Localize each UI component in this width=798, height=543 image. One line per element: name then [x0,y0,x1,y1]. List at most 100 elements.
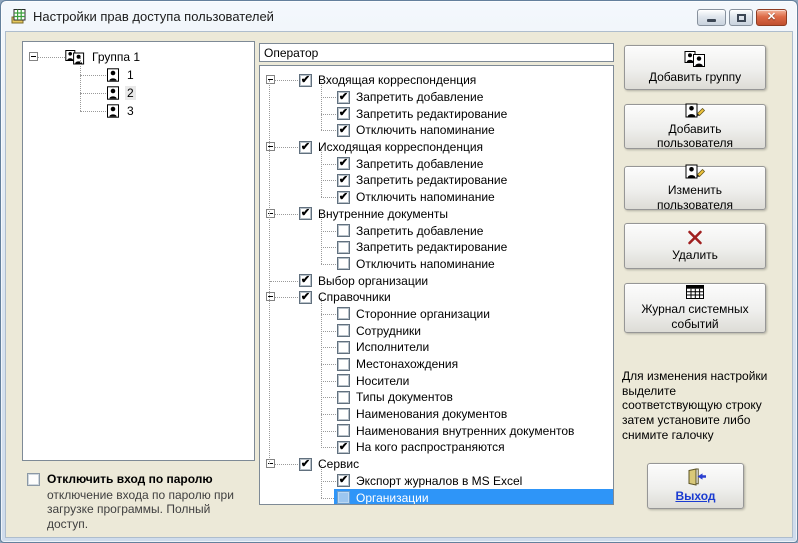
permission-checkbox[interactable]: ✔ [337,190,350,204]
close-icon: ✕ [766,11,777,23]
permission-label: Носители [356,373,410,388]
user-label: 1 [127,68,134,82]
permission-checkbox[interactable] [337,257,350,271]
group-icon [65,49,85,65]
table-grid-icon [686,285,704,300]
groups-tree-panel[interactable]: Группа 1 1 2 3 [22,41,255,461]
permission-checkbox[interactable]: ✔ [299,73,312,87]
operator-name-input[interactable] [259,43,614,62]
permission-row[interactable]: ✔ Экспорт журналов в MS Excel [260,473,613,490]
permission-checkbox[interactable]: ✔ [299,274,312,288]
tree-collapse-toggle[interactable] [266,459,275,469]
minimize-button[interactable] [697,9,726,26]
permission-checkbox[interactable]: ✔ [337,90,350,104]
permission-label: Сотрудники [356,323,421,338]
permission-row[interactable]: Исполнители [260,339,613,356]
permission-row[interactable]: Запретить редактирование [260,239,613,256]
permission-row[interactable]: Местонахождения [260,356,613,373]
add-user-button[interactable]: Добавить пользователя [624,103,766,150]
disable-password-checkbox[interactable] [27,472,40,486]
permission-row[interactable]: Типы документов [260,389,613,406]
permission-checkbox[interactable]: ✔ [337,107,350,121]
permission-checkbox[interactable] [337,307,350,321]
actions-column: Добавить группу Добавить пользователя Из… [622,32,767,537]
user-icon [106,104,120,118]
user-pencil-icon [684,164,706,180]
permission-row[interactable]: ✔ Запретить редактирование [260,172,613,189]
permission-row[interactable]: ✔ Внутренние документы [260,206,613,223]
permission-row[interactable]: ✔ Запретить добавление [260,155,613,172]
permission-row[interactable]: Наименования документов [260,406,613,423]
exit-label: Выход [675,489,716,504]
permission-checkbox[interactable]: ✔ [299,207,312,221]
user-tree-item[interactable]: 1 [23,66,254,84]
group-icon [684,50,706,67]
permission-row[interactable]: ✔ Исходящая корреспонденция [260,139,613,156]
permission-checkbox[interactable] [337,324,350,338]
permission-row[interactable]: ✔ Сервис [260,456,613,473]
permission-label: Внутренние документы [318,206,449,221]
edit-user-button[interactable]: Изменить пользователя [624,164,766,212]
exit-button[interactable]: Выход [647,463,744,509]
permission-row[interactable]: ✔ Выбор организации [260,272,613,289]
permission-row[interactable]: Организации [260,489,613,504]
tree-collapse-toggle[interactable] [29,52,38,61]
permissions-tree[interactable]: ✔ Входящая корреспонденция ✔ Запретить доба… [259,65,614,505]
client-area: Группа 1 1 2 3 ✔ Входящая корреспонденция ✔ За… [5,31,793,538]
tree-collapse-toggle[interactable] [266,75,275,85]
permission-checkbox[interactable] [337,374,350,388]
caption-buttons: ✕ [697,9,787,26]
permission-checkbox[interactable] [337,240,350,254]
permission-row[interactable]: ✔ Отключить напоминание [260,189,613,206]
tree-collapse-toggle[interactable] [266,292,275,302]
permission-checkbox[interactable] [337,424,350,438]
permission-label: Типы документов [356,390,453,405]
permission-label: На кого распространяются [356,440,505,455]
permission-checkbox[interactable] [337,340,350,354]
permission-checkbox[interactable] [337,390,350,404]
permission-checkbox[interactable]: ✔ [299,290,312,304]
permission-row[interactable]: ✔ Запретить редактирование [260,105,613,122]
permission-checkbox[interactable]: ✔ [337,173,350,187]
close-button[interactable]: ✕ [756,9,787,26]
title-bar[interactable]: Настройки прав доступа пользователей ✕ [1,1,797,31]
permission-row[interactable]: ✔ Запретить добавление [260,89,613,106]
permission-label: Экспорт журналов в MS Excel [356,473,523,488]
permission-row[interactable]: Сотрудники [260,322,613,339]
permission-row[interactable]: Наименования внутренних документов [260,422,613,439]
delete-button[interactable]: Удалить [624,223,766,269]
permission-label: Запретить добавление [356,223,484,238]
permission-checkbox[interactable]: ✔ [299,140,312,154]
permission-label: Справочники [318,290,391,305]
permission-row[interactable]: ✔ Справочники [260,289,613,306]
permission-checkbox[interactable]: ✔ [337,440,350,454]
permission-row[interactable]: ✔ На кого распространяются [260,439,613,456]
permission-label: Наименования документов [356,407,508,422]
permission-checkbox[interactable]: ✔ [299,457,312,471]
tree-collapse-toggle[interactable] [266,142,275,152]
permission-row[interactable]: ✔ Входящая корреспонденция [260,72,613,89]
tree-collapse-toggle[interactable] [266,208,275,218]
permission-row[interactable]: Носители [260,372,613,389]
system-journal-button[interactable]: Журнал системных событий [624,283,766,333]
edit-user-label: Изменить пользователя [657,183,733,212]
permission-row[interactable]: Сторонние организации [260,306,613,323]
permission-checkbox[interactable]: ✔ [337,157,350,171]
permission-checkbox[interactable]: ✔ [337,123,350,137]
permission-row[interactable]: ✔ Отключить напоминание [260,122,613,139]
permission-label: Выбор организации [318,273,429,288]
maximize-button[interactable] [729,9,753,26]
permission-checkbox[interactable] [337,491,350,504]
permission-label: Местонахождения [356,357,459,372]
permission-row[interactable]: Отключить напоминание [260,256,613,273]
permission-label: Исходящая корреспонденция [318,140,484,155]
permission-checkbox[interactable] [337,407,350,421]
user-tree-item[interactable]: 2 [23,84,254,102]
permission-checkbox[interactable]: ✔ [337,474,350,488]
permission-row[interactable]: Запретить добавление [260,222,613,239]
permission-checkbox[interactable] [337,224,350,238]
group-tree-item[interactable]: Группа 1 [23,48,254,66]
permission-checkbox[interactable] [337,357,350,371]
add-group-button[interactable]: Добавить группу [624,45,766,90]
user-tree-item[interactable]: 3 [23,102,254,120]
